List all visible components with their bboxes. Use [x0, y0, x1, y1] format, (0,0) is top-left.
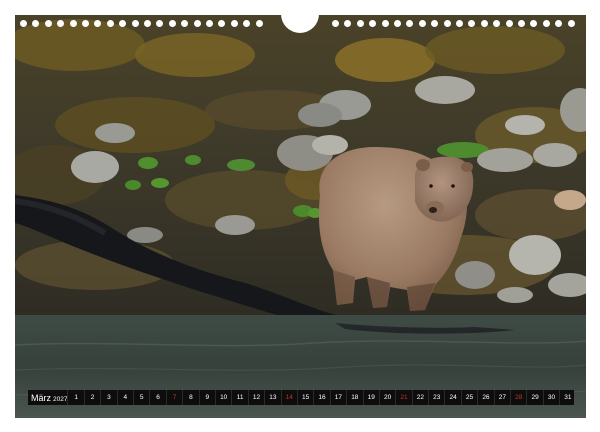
binding-hole [542, 20, 550, 27]
binding-hole [20, 20, 27, 27]
day-cell: 17 [329, 390, 346, 405]
binding-hole [44, 20, 52, 27]
day-cells: 1 2 3 4 5 6 7 8 9 10 11 12 13 14 15 16 17 18 19 20 21 22 23 24 2… [67, 390, 575, 405]
binding-hole [106, 20, 114, 27]
day-cell: 27 [493, 390, 510, 405]
binding-hole [144, 20, 151, 27]
binding-hole [218, 20, 226, 27]
binding-hole [181, 20, 189, 27]
day-cell: 12 [247, 390, 264, 405]
day-cell: 11 [231, 390, 247, 405]
day-cell: 23 [428, 390, 444, 405]
day-cell: 3 [100, 390, 116, 405]
hanger-cutout [281, 14, 319, 33]
binding-hole [243, 20, 251, 27]
day-cell: 28 [510, 390, 526, 405]
binding-hole [555, 20, 563, 27]
day-cell: 20 [378, 390, 395, 405]
day-cell: 22 [411, 390, 428, 405]
calendar-page: März 2027 1 2 3 4 5 6 7 8 9 10 11 12 13 14 15 16 17 18 19 20… [0, 0, 600, 432]
day-cell: 8 [182, 390, 198, 405]
binding-hole [156, 20, 164, 27]
day-cell: 30 [542, 390, 559, 405]
binding-hole [406, 20, 414, 27]
day-cell: 19 [362, 390, 379, 405]
day-cell: 10 [214, 390, 231, 405]
day-cell: 5 [133, 390, 149, 405]
photo-illustration [15, 15, 586, 418]
day-cell: 1 [67, 390, 83, 405]
photo-bear-on-shore [15, 15, 586, 418]
binding-hole [356, 20, 364, 27]
binding-hole [82, 20, 89, 27]
year-label: 2027 [53, 395, 68, 403]
day-cell: 25 [460, 390, 477, 405]
binding-hole [131, 20, 139, 27]
binding-hole [255, 20, 263, 27]
binding-hole [168, 20, 176, 27]
spiral-binding [0, 14, 600, 36]
binding-hole [69, 20, 77, 27]
binding-hole [567, 20, 575, 27]
day-cell: 24 [444, 390, 460, 405]
binding-hole [332, 20, 339, 27]
binding-hole [230, 20, 238, 27]
day-cell: 31 [559, 390, 575, 405]
day-cell: 18 [346, 390, 362, 405]
binding-hole [381, 20, 389, 27]
binding-hole [57, 20, 65, 27]
binding-hole [193, 20, 201, 27]
day-cell: 21 [395, 390, 411, 405]
binding-hole [443, 20, 451, 27]
month-name: März [31, 392, 51, 403]
day-cell: 16 [313, 390, 329, 405]
binding-hole [119, 20, 127, 27]
binding-hole [456, 20, 463, 27]
binding-hole [206, 20, 213, 27]
binding-hole [530, 20, 538, 27]
binding-hole [369, 20, 377, 27]
calendar-strip: März 2027 1 2 3 4 5 6 7 8 9 10 11 12 13 14 15 16 17 18 19 20… [28, 390, 574, 405]
binding-hole [505, 20, 513, 27]
day-cell: 6 [149, 390, 165, 405]
day-cell: 7 [165, 390, 182, 405]
binding-hole [518, 20, 525, 27]
day-cell: 4 [116, 390, 133, 405]
binding-hole [480, 20, 488, 27]
day-cell: 15 [296, 390, 313, 405]
day-cell: 26 [477, 390, 493, 405]
binding-hole [468, 20, 476, 27]
binding-hole [431, 20, 439, 27]
month-label: März 2027 [28, 393, 67, 403]
day-cell: 9 [198, 390, 215, 405]
binding-hole [394, 20, 401, 27]
day-cell: 14 [280, 390, 297, 405]
binding-hole [344, 20, 352, 27]
binding-hole [94, 20, 102, 27]
day-cell: 29 [526, 390, 542, 405]
binding-hole [32, 20, 40, 27]
binding-hole [493, 20, 501, 27]
binding-hole [418, 20, 426, 27]
day-cell: 13 [264, 390, 280, 405]
day-cell: 2 [83, 390, 100, 405]
